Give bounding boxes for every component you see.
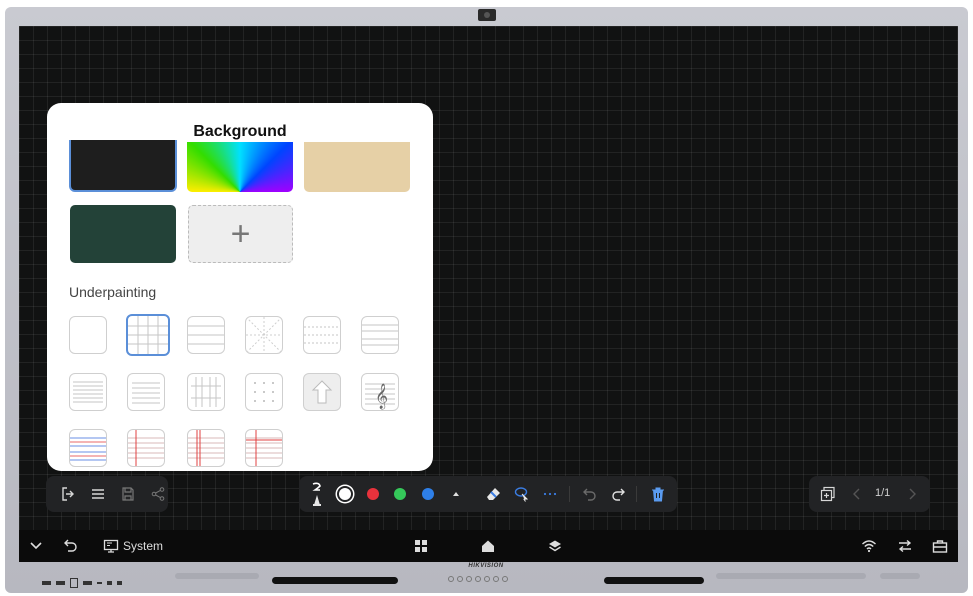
wifi-icon[interactable]	[858, 535, 880, 557]
eraser-icon[interactable]	[483, 483, 505, 505]
sensor-strip	[880, 573, 920, 579]
page-indicator: 1/1	[875, 487, 891, 499]
red-margin-pattern-icon	[246, 430, 282, 466]
front-buttons	[448, 576, 508, 582]
underpainting-red-margin-2[interactable]	[187, 429, 225, 467]
camera	[478, 9, 496, 21]
underpainting-rice-grid[interactable]	[245, 316, 283, 354]
toolbar-divider	[569, 486, 570, 502]
system-label[interactable]: System	[123, 539, 163, 553]
underpainting-lines[interactable]	[187, 316, 225, 354]
page-toolbar: 1/1	[809, 476, 930, 512]
lines-pattern-icon	[188, 325, 224, 345]
underpainting-grid[interactable]	[126, 314, 170, 356]
background-swatch-green[interactable]	[70, 205, 176, 263]
rice-grid-pattern-icon	[246, 317, 282, 353]
underpainting-dots[interactable]	[245, 373, 283, 411]
drawing-toolbar	[299, 476, 677, 512]
speaker-grill-right	[716, 573, 866, 579]
back-icon[interactable]	[60, 535, 82, 557]
menu-icon[interactable]	[88, 483, 108, 505]
speaker-left	[272, 577, 398, 584]
more-icon[interactable]	[539, 483, 561, 505]
background-swatch-black[interactable]	[69, 140, 177, 192]
save-icon[interactable]	[118, 483, 138, 505]
underpainting-import[interactable]	[303, 373, 341, 411]
undo-icon[interactable]	[579, 483, 601, 505]
english-lines-pattern-icon	[70, 437, 106, 461]
toolbox-icon[interactable]	[929, 535, 951, 557]
pen-icon[interactable]	[306, 480, 328, 508]
home-icon[interactable]	[477, 535, 499, 557]
underpainting-staff[interactable]	[69, 373, 107, 411]
treble-clef-icon: 𝄞	[365, 383, 395, 409]
wide-lines-pattern-icon	[362, 324, 398, 346]
toolbar-divider	[636, 486, 637, 502]
file-toolbar	[46, 476, 168, 512]
notebook-pattern-icon	[132, 382, 160, 404]
layers-icon[interactable]	[544, 535, 566, 557]
lasso-icon[interactable]	[511, 483, 533, 505]
underpainting-columns[interactable]	[187, 373, 225, 411]
delete-icon[interactable]	[647, 483, 669, 505]
red-margin-pattern-icon	[128, 430, 164, 466]
underpainting-wide-lines[interactable]	[361, 316, 399, 354]
chevron-left-icon[interactable]	[846, 483, 868, 505]
dashed-lines-pattern-icon	[304, 326, 340, 344]
transfer-icon[interactable]	[894, 535, 916, 557]
add-background-button[interactable]: +	[188, 205, 293, 263]
chevron-down-icon[interactable]	[25, 535, 47, 557]
underpainting-music-staff[interactable]: 𝄞	[361, 373, 399, 411]
color-white[interactable]	[339, 488, 351, 500]
dots-pattern-icon	[254, 382, 274, 402]
color-blue[interactable]	[422, 488, 434, 500]
brand-logo: HIKVISION	[468, 563, 504, 569]
underpainting-dashed-lines[interactable]	[303, 316, 341, 354]
underpainting-english-lines[interactable]	[69, 429, 107, 467]
underpainting-red-margin-3[interactable]	[245, 429, 283, 467]
panel-title: Background	[193, 123, 287, 140]
upload-arrow-icon	[311, 380, 333, 404]
share-icon[interactable]	[148, 483, 168, 505]
speaker-grill-left	[175, 573, 259, 579]
chevron-up-icon[interactable]	[445, 483, 467, 505]
background-swatch-rainbow[interactable]	[187, 142, 293, 192]
background-swatch-beige[interactable]	[304, 142, 410, 192]
speaker-right	[604, 577, 704, 584]
background-panel: Background + Underpainting 𝄞	[47, 103, 433, 471]
plus-icon: +	[230, 214, 251, 253]
color-green[interactable]	[394, 488, 406, 500]
monitor-icon	[100, 535, 122, 557]
underpainting-notebook[interactable]	[127, 373, 165, 411]
svg-text:𝄞: 𝄞	[375, 383, 388, 409]
redo-icon[interactable]	[607, 483, 629, 505]
underpainting-label: Underpainting	[69, 284, 157, 300]
underpainting-blank[interactable]	[69, 316, 107, 354]
add-page-icon[interactable]	[817, 483, 839, 505]
apps-grid-icon[interactable]	[410, 535, 432, 557]
exit-icon[interactable]	[58, 483, 78, 505]
system-taskbar: System	[19, 530, 958, 562]
chevron-right-icon[interactable]	[901, 483, 923, 505]
front-ports	[42, 578, 122, 588]
whiteboard-canvas[interactable]: Background + Underpainting 𝄞 1/1 System	[19, 26, 958, 562]
underpainting-red-margin[interactable]	[127, 429, 165, 467]
staff-pattern-icon	[73, 381, 103, 403]
grid-pattern-icon	[128, 316, 168, 354]
color-red[interactable]	[367, 488, 379, 500]
columns-pattern-icon	[191, 377, 221, 407]
red-margin-pattern-icon	[188, 430, 224, 466]
